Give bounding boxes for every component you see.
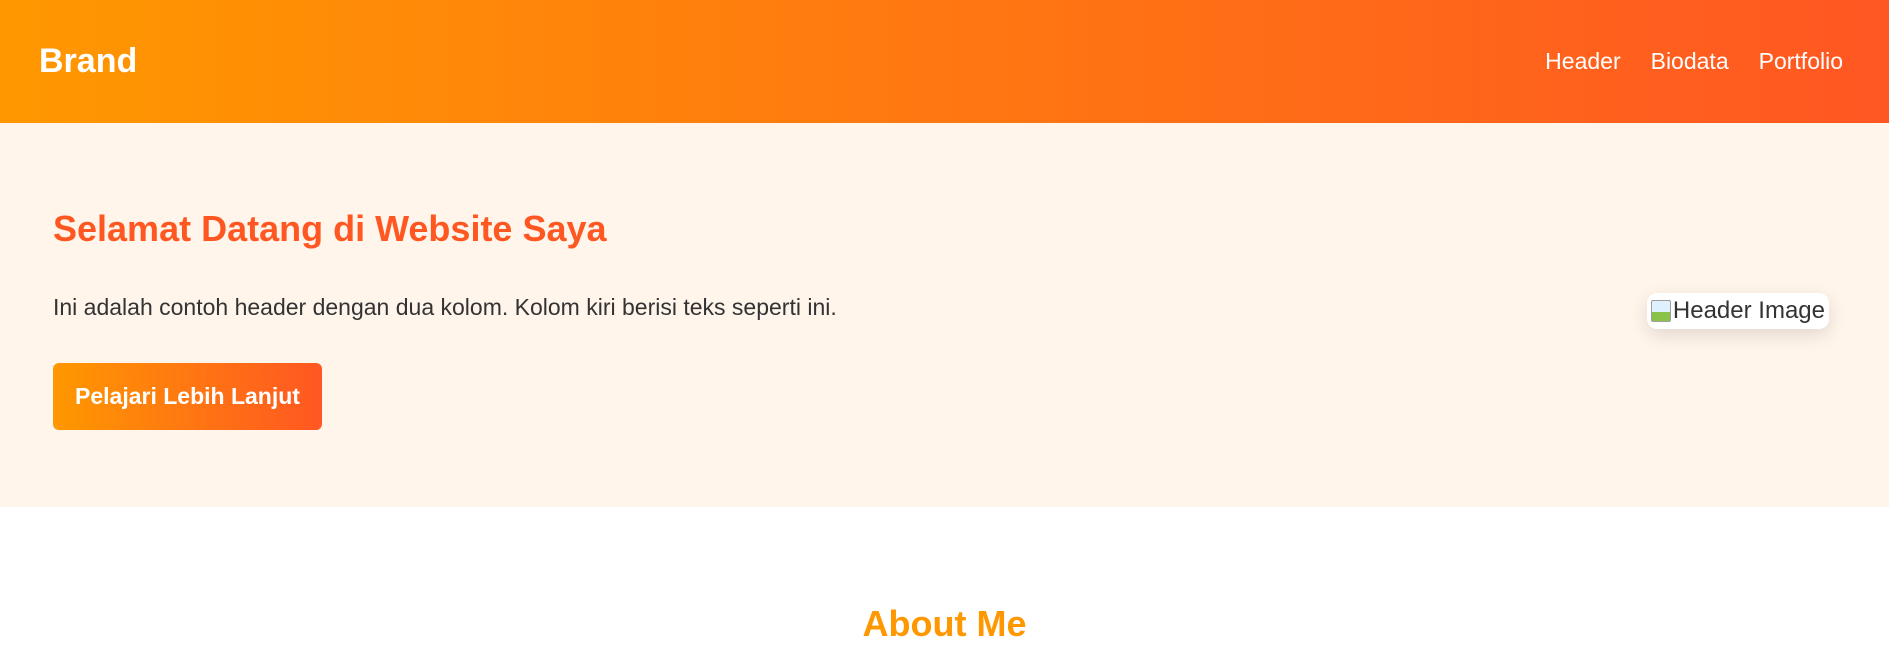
hero-description: Ini adalah contoh header dengan dua kolo… xyxy=(53,294,837,320)
about-title: About Me xyxy=(862,603,1027,644)
nav-item-biodata: Biodata xyxy=(1651,48,1729,75)
nav-item-portfolio: Portfolio xyxy=(1759,48,1843,75)
hero-section: Selamat Datang di Website Saya Ini adala… xyxy=(0,123,1889,507)
nav-links: Header Biodata Portfolio xyxy=(1545,48,1843,75)
nav-link-header[interactable]: Header xyxy=(1545,48,1620,74)
header-image: Header Image xyxy=(1646,293,1829,329)
hero-text-column: Selamat Datang di Website Saya Ini adala… xyxy=(53,200,837,430)
brand-logo[interactable]: Brand xyxy=(39,42,137,81)
header-image-alt-text: Header Image xyxy=(1672,297,1825,324)
nav-link-portfolio[interactable]: Portfolio xyxy=(1759,48,1843,74)
hero-title: Selamat Datang di Website Saya xyxy=(53,208,607,249)
navbar: Brand Header Biodata Portfolio xyxy=(0,0,1889,123)
nav-link-biodata[interactable]: Biodata xyxy=(1651,48,1729,74)
broken-image-icon xyxy=(1650,300,1671,322)
nav-item-header: Header xyxy=(1545,48,1620,75)
learn-more-button[interactable]: Pelajari Lebih Lanjut xyxy=(53,363,322,430)
about-section: About Me xyxy=(0,507,1889,671)
